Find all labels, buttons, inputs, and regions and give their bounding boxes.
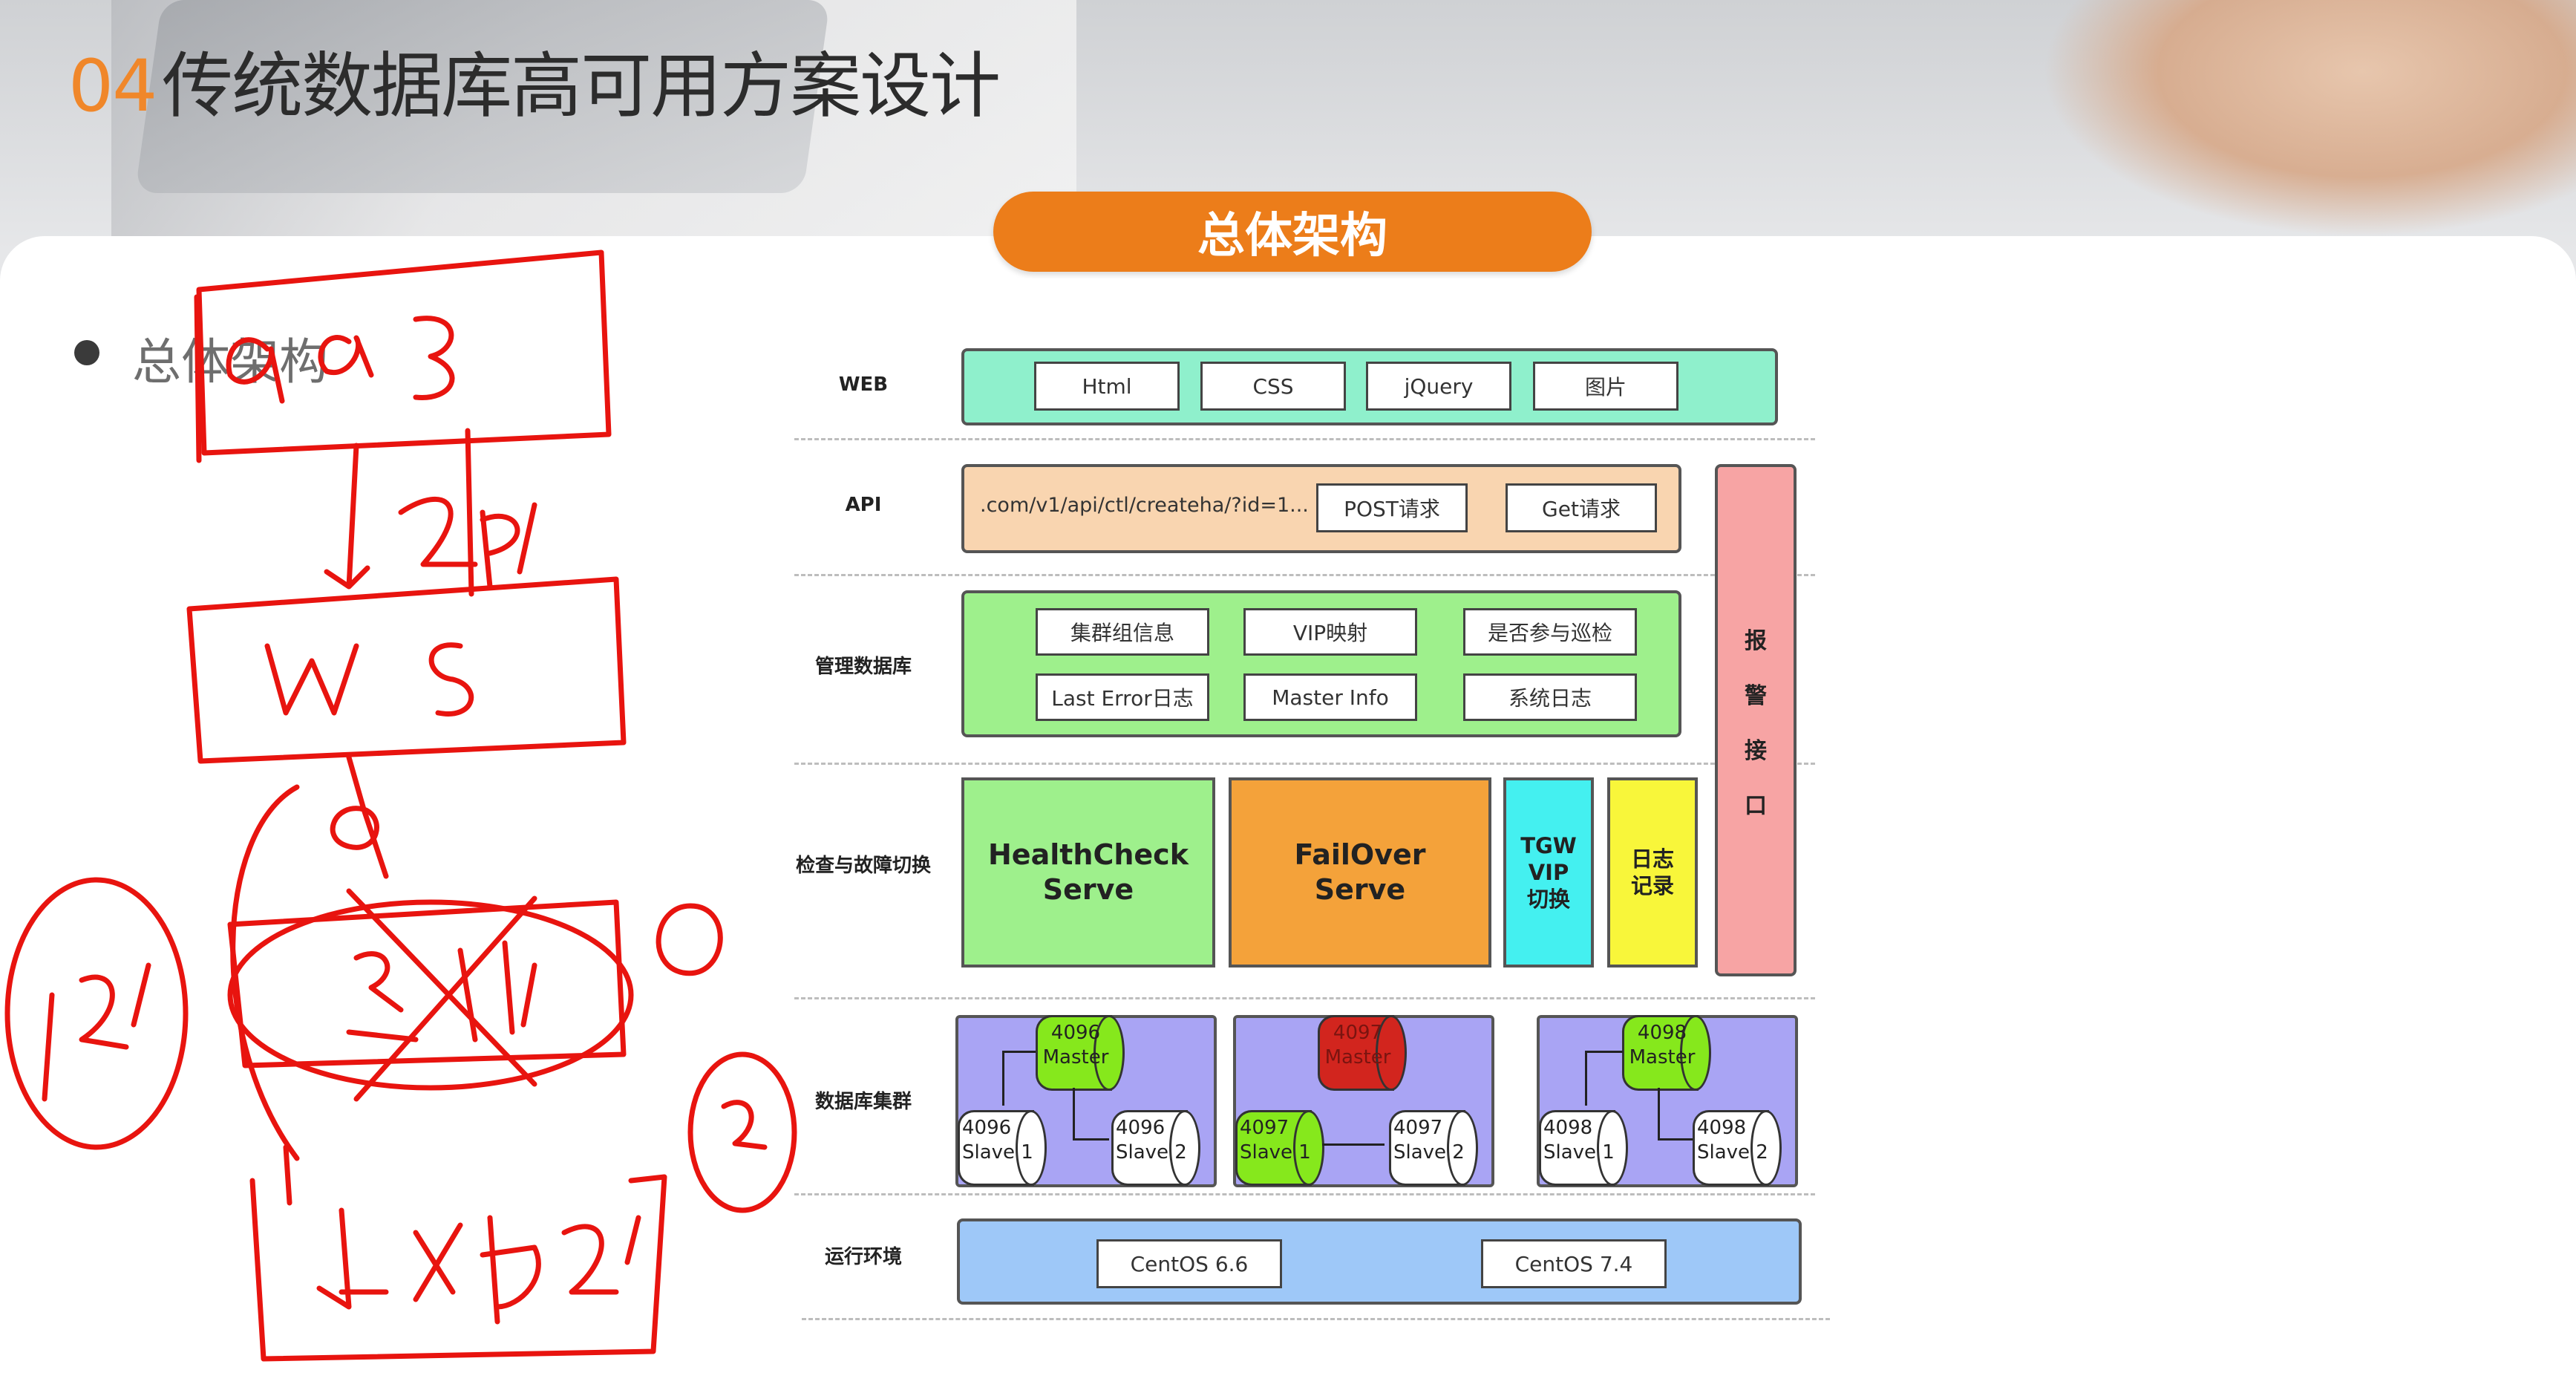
log-record-box: 日志 记录 [1607, 777, 1698, 968]
replication-arrow [1322, 1143, 1385, 1146]
cluster2-slave1-label: 4097 Slave 1 [1240, 1117, 1311, 1164]
cluster1-master-node: 4096 Master [1036, 1015, 1125, 1091]
alarm-char: 警 [1745, 683, 1767, 709]
row-label-db-cluster: 数据库集群 [814, 1091, 912, 1113]
replication-arrow [1002, 1051, 1036, 1053]
row-label-check: 检查与故障切换 [795, 855, 931, 877]
mgmt-item-cluster-info: 集群组信息 [1036, 608, 1209, 656]
api-get-request: Get请求 [1506, 483, 1657, 532]
separator [794, 438, 1815, 440]
replication-arrow [1585, 1051, 1623, 1053]
architecture-diagram: WEB API 管理数据库 检查与故障切换 数据库集群 运行环境 Html CS… [724, 278, 1897, 1374]
runtime-band [957, 1218, 1802, 1305]
healthcheck-serve-box: HealthCheck Serve [961, 777, 1215, 968]
mgmt-item-last-error: Last Error日志 [1036, 673, 1209, 721]
web-item-jquery: jQuery [1366, 362, 1511, 411]
alarm-char: 接 [1745, 738, 1767, 764]
section-pill: 总体架构 [993, 192, 1592, 272]
replication-arrow [1658, 1088, 1693, 1141]
cluster2-slave2-label: 4097 Slave 2 [1393, 1117, 1465, 1164]
alarm-char: 报 [1745, 628, 1767, 654]
cluster1-master-label: 4096 Master [1042, 1022, 1109, 1068]
row-label-web: WEB [838, 373, 889, 396]
cluster2-master-label: 4097 Master [1324, 1022, 1391, 1068]
cluster2-master-node: 4097 Master [1318, 1015, 1407, 1091]
replication-arrow [1585, 1051, 1587, 1106]
mgmt-item-vip-map: VIP映射 [1243, 608, 1417, 656]
slide-number: 04 [68, 45, 157, 128]
cluster1-slave1-node: 4096 Slave 1 [958, 1110, 1047, 1186]
slide-title-text: 传统数据库高可用方案设计 [162, 45, 1001, 128]
slide-title: 04传统数据库高可用方案设计 [68, 28, 1001, 131]
replication-arrow [1073, 1088, 1109, 1141]
mgmt-item-system-log: 系统日志 [1463, 673, 1637, 721]
cluster3-slave2-node: 4098 Slave 2 [1693, 1110, 1782, 1186]
separator [794, 997, 1815, 999]
alarm-char: 口 [1745, 793, 1767, 819]
failover-serve-box: FailOver Serve [1229, 777, 1491, 968]
tgw-vip-switch-box: TGW VIP 切换 [1503, 777, 1594, 968]
web-item-html: Html [1034, 362, 1180, 411]
cluster2-slave1-node: 4097 Slave 1 [1235, 1110, 1324, 1186]
separator [802, 1318, 1830, 1320]
cluster3-master-label: 4098 Master [1629, 1022, 1696, 1068]
mgmt-item-master-info: Master Info [1243, 673, 1417, 721]
row-label-api: API [845, 494, 882, 516]
cluster3-master-node: 4098 Master [1622, 1015, 1711, 1091]
mgmt-item-inspection: 是否参与巡检 [1463, 608, 1637, 656]
cluster1-slave2-node: 4096 Slave 2 [1111, 1110, 1200, 1186]
web-item-image: 图片 [1533, 362, 1678, 411]
web-item-css: CSS [1200, 362, 1346, 411]
runtime-centos-74: CentOS 7.4 [1481, 1239, 1667, 1288]
api-post-request: POST请求 [1316, 483, 1468, 532]
bullet-text: 总体架构 [132, 333, 328, 391]
separator [794, 574, 1815, 576]
row-label-mgmt-db: 管理数据库 [814, 656, 912, 678]
background-photo-hand [2041, 0, 2576, 238]
row-label-runtime: 运行环境 [824, 1246, 902, 1268]
cluster1-slave1-label: 4096 Slave 1 [962, 1117, 1033, 1164]
separator [794, 763, 1815, 765]
separator [794, 1193, 1815, 1195]
cluster3-slave1-label: 4098 Slave 1 [1543, 1117, 1615, 1164]
alarm-interface-label: 报 警 接 口 [1733, 614, 1778, 834]
cluster2-slave2-node: 4097 Slave 2 [1389, 1110, 1478, 1186]
cluster1-slave2-label: 4096 Slave 2 [1116, 1117, 1187, 1164]
replication-arrow [1002, 1051, 1004, 1106]
bullet-dot-icon [74, 340, 99, 365]
api-url: .com/v1/api/ctl/createha/?id=1... [980, 494, 1309, 517]
runtime-centos-66: CentOS 6.6 [1096, 1239, 1282, 1288]
cluster3-slave1-node: 4098 Slave 1 [1539, 1110, 1628, 1186]
cluster3-slave2-label: 4098 Slave 2 [1697, 1117, 1768, 1164]
